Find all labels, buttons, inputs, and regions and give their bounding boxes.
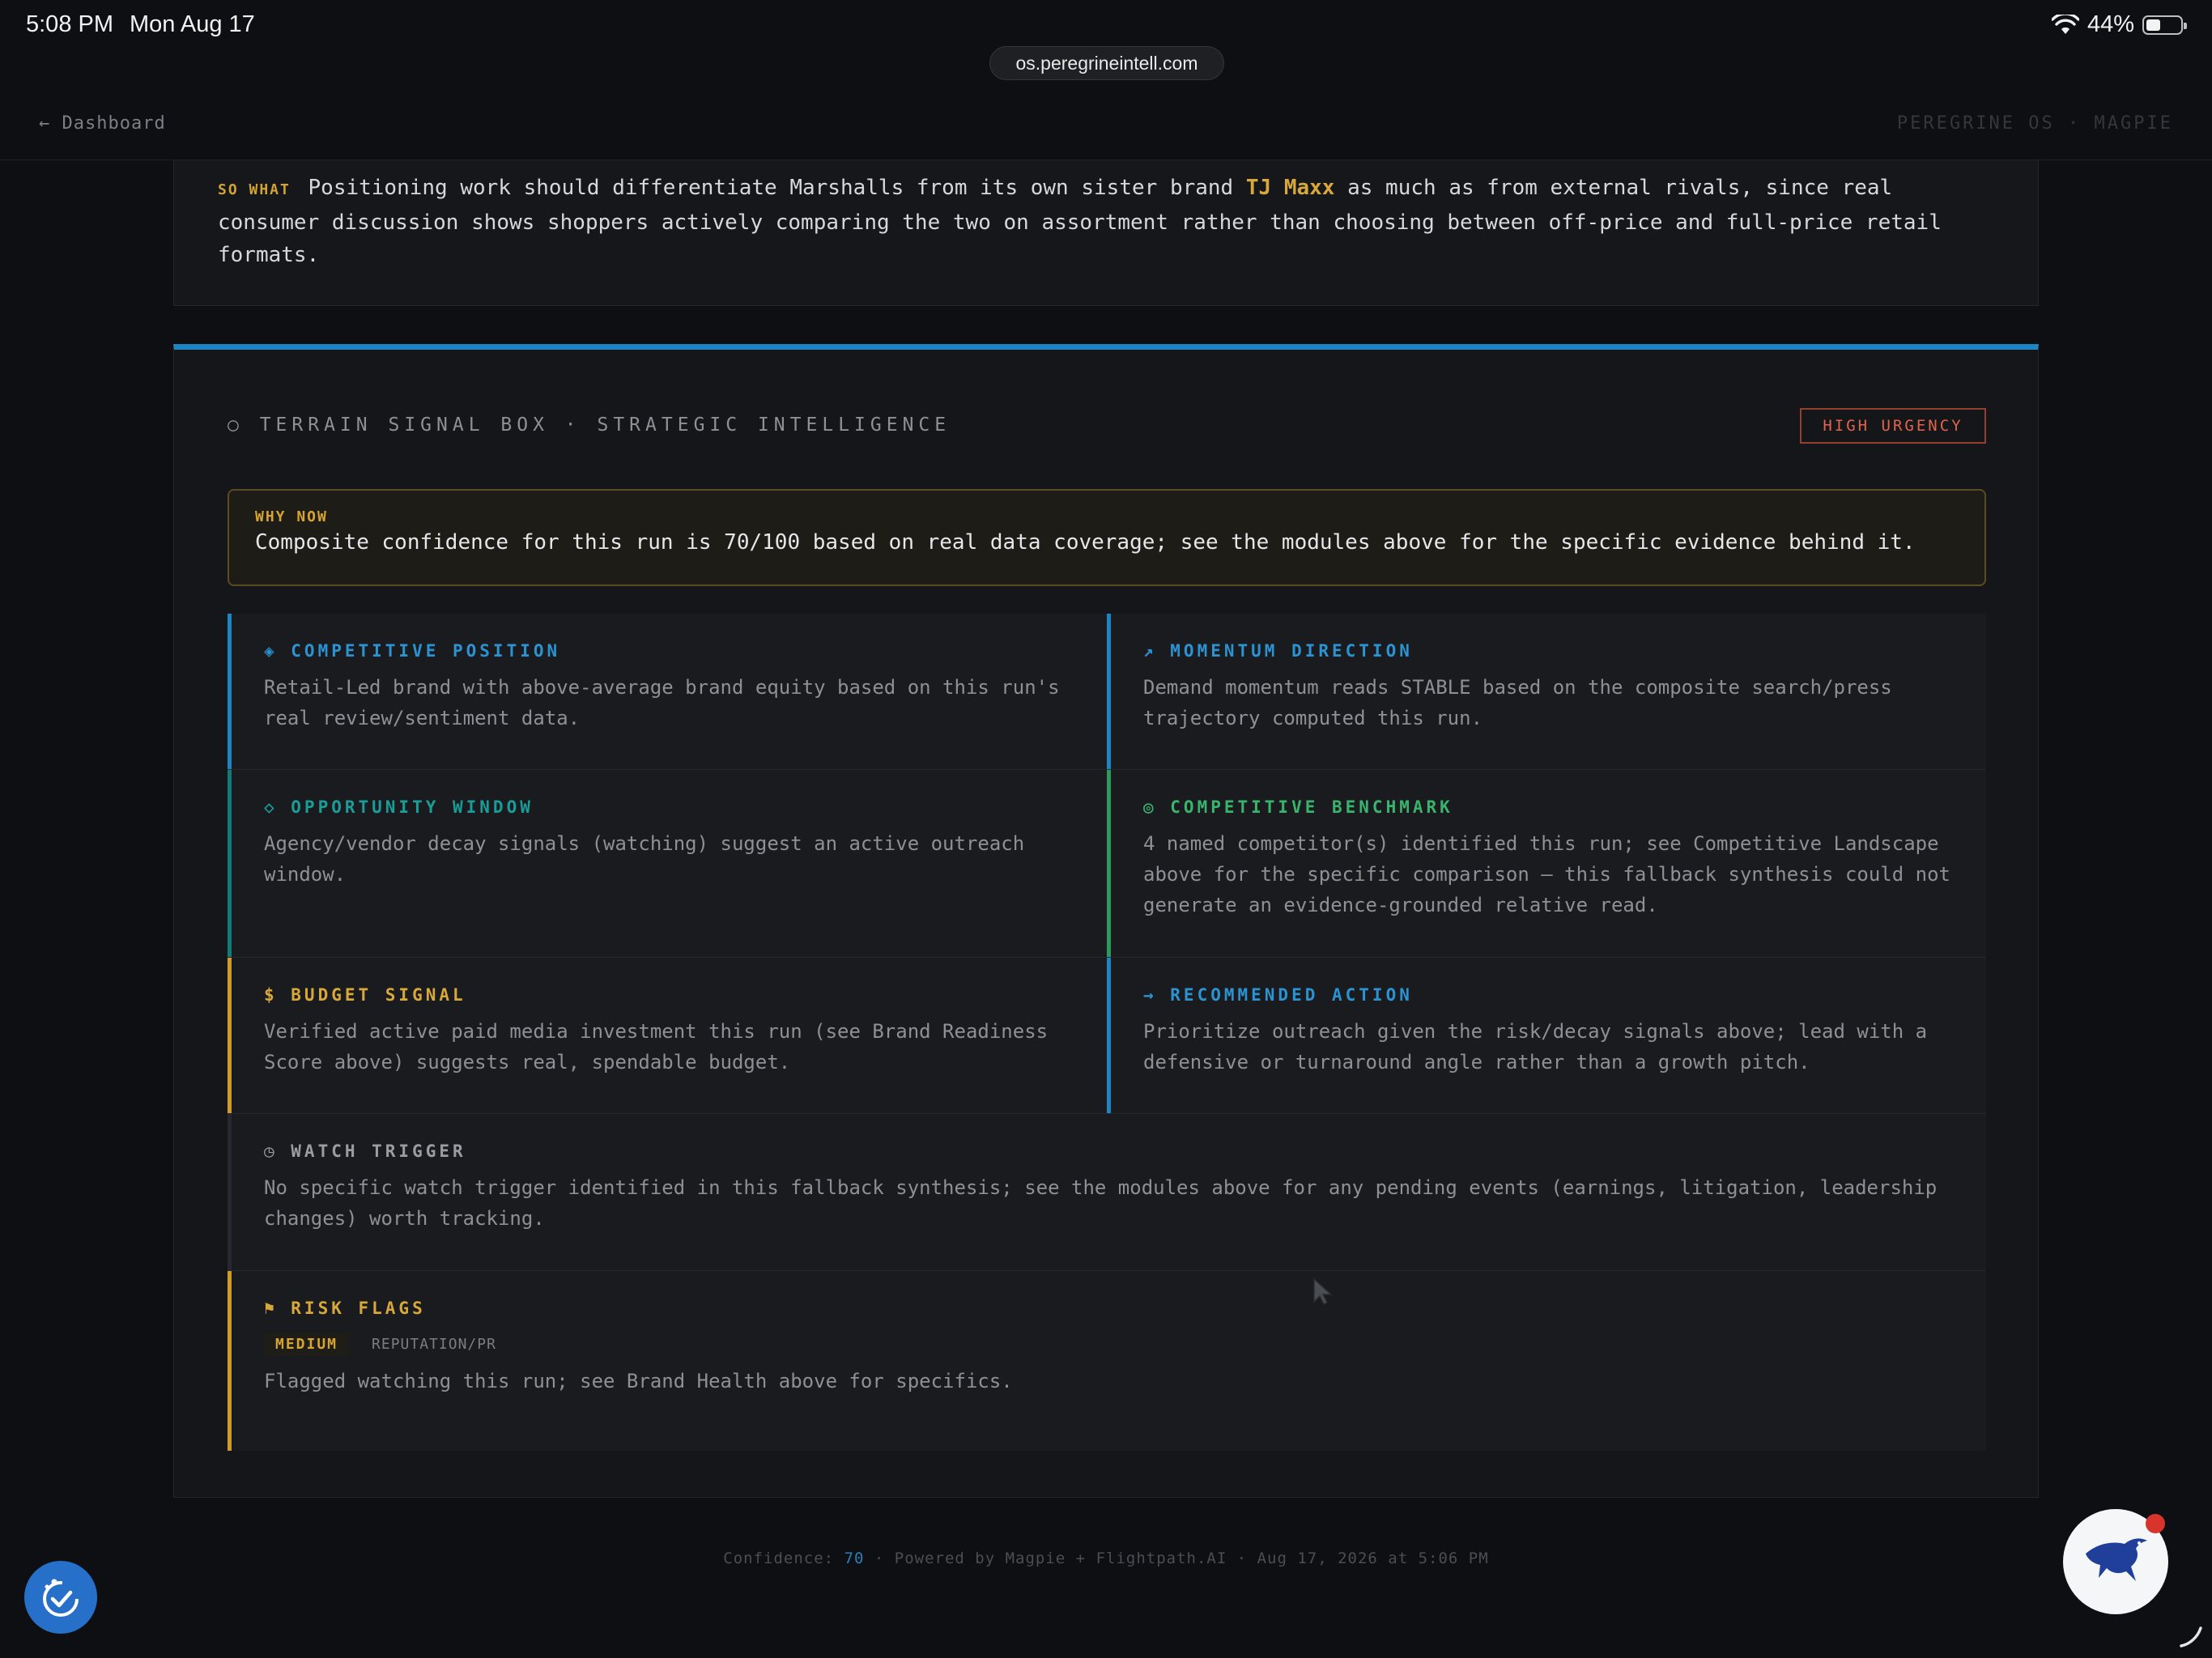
momentum-direction-title: ↗ MOMENTUM DIRECTION bbox=[1143, 641, 1413, 661]
resize-corner-icon bbox=[2180, 1626, 2202, 1647]
status-bar: 5:08 PM Mon Aug 17 44% bbox=[0, 0, 2212, 50]
footer-suffix: · Powered by Magpie + Flightpath.AI · Au… bbox=[864, 1550, 1489, 1567]
pointer-cursor-icon bbox=[1313, 1278, 1333, 1306]
status-date: Mon Aug 17 bbox=[130, 11, 255, 37]
competitive-position-title: ◈ COMPETITIVE POSITION bbox=[264, 641, 561, 661]
nav-brand: PEREGRINE OS · MAGPIE bbox=[1896, 113, 2173, 134]
urgency-badge: HIGH URGENCY bbox=[1800, 408, 1986, 444]
competitive-benchmark-title: ◎ COMPETITIVE BENCHMARK bbox=[1143, 797, 1453, 817]
footer-confidence: 70 bbox=[844, 1550, 865, 1567]
so-what-brand: TJ Maxx bbox=[1245, 176, 1335, 200]
competitive-position-body: Retail-Led brand with above-average bran… bbox=[264, 676, 1060, 729]
competitive-position-cell: ◈ COMPETITIVE POSITION Retail-Led brand … bbox=[228, 614, 1108, 769]
risk-flag-row: MEDIUM REPUTATION/PR bbox=[264, 1333, 1954, 1356]
competitive-benchmark-cell: ◎ COMPETITIVE BENCHMARK 4 named competit… bbox=[1107, 770, 1986, 957]
recommended-action-body: Prioritize outreach given the risk/decay… bbox=[1143, 1020, 1928, 1073]
opportunity-window-body: Agency/vendor decay signals (watching) s… bbox=[264, 832, 1025, 886]
so-what-tag: SO WHAT bbox=[218, 181, 291, 198]
risk-category: REPUTATION/PR bbox=[372, 1336, 496, 1353]
momentum-direction-body: Demand momentum reads STABLE based on th… bbox=[1143, 676, 1892, 729]
falcon-icon bbox=[2086, 1538, 2147, 1581]
so-what-card: SO WHAT Positioning work should differen… bbox=[173, 160, 2039, 306]
recommended-action-cell: → RECOMMENDED ACTION Prioritize outreach… bbox=[1107, 958, 1986, 1113]
risk-flags-cell: ⚑ RISK FLAGS MEDIUM REPUTATION/PR Flagge… bbox=[228, 1271, 1986, 1451]
status-right: 44% bbox=[2051, 11, 2187, 38]
url-bar[interactable]: os.peregrineintell.com bbox=[989, 46, 1224, 80]
notification-dot bbox=[2146, 1514, 2165, 1533]
so-what-text: SO WHAT Positioning work should differen… bbox=[218, 172, 1996, 271]
why-now-box: WHY NOW Composite confidence for this ru… bbox=[228, 489, 1986, 586]
watch-trigger-title: ◷ WATCH TRIGGER bbox=[264, 1141, 466, 1161]
top-nav: ← Dashboard PEREGRINE OS · MAGPIE bbox=[0, 96, 2212, 160]
battery-fill bbox=[2146, 19, 2160, 31]
budget-signal-title: $ BUDGET SIGNAL bbox=[264, 985, 466, 1005]
budget-signal-cell: $ BUDGET SIGNAL Verified active paid med… bbox=[228, 958, 1108, 1113]
accessibility-check-icon bbox=[43, 1579, 79, 1617]
risk-level-badge: MEDIUM bbox=[264, 1333, 350, 1356]
status-time: 5:08 PM bbox=[26, 11, 113, 37]
so-what-text-before: Positioning work should differentiate Ma… bbox=[295, 176, 1246, 200]
accessibility-button[interactable] bbox=[24, 1561, 97, 1634]
momentum-direction-cell: ↗ MOMENTUM DIRECTION Demand momentum rea… bbox=[1107, 614, 1986, 769]
why-now-label: WHY NOW bbox=[255, 508, 328, 525]
opportunity-window-title: ◇ OPPORTUNITY WINDOW bbox=[264, 797, 534, 817]
footer: Confidence: 70 · Powered by Magpie + Fli… bbox=[0, 1550, 2212, 1567]
risk-flags-title: ⚑ RISK FLAGS bbox=[264, 1299, 426, 1318]
watch-trigger-cell: ◷ WATCH TRIGGER No specific watch trigge… bbox=[228, 1114, 1986, 1270]
why-now-text: Composite confidence for this run is 70/… bbox=[255, 530, 1916, 555]
battery-icon bbox=[2142, 15, 2187, 35]
terrain-signal-box: ○ TERRAIN SIGNAL BOX · STRATEGIC INTELLI… bbox=[173, 344, 2039, 1498]
dashboard-back-link[interactable]: ← Dashboard bbox=[39, 113, 166, 134]
wifi-icon bbox=[2051, 14, 2079, 34]
footer-prefix: Confidence: bbox=[723, 1550, 844, 1567]
competitive-benchmark-body: 4 named competitor(s) identified this ru… bbox=[1143, 832, 1950, 916]
risk-flags-body: Flagged watching this run; see Brand Hea… bbox=[264, 1370, 1013, 1392]
budget-signal-body: Verified active paid media investment th… bbox=[264, 1020, 1049, 1073]
watch-trigger-body: No specific watch trigger identified in … bbox=[264, 1176, 1938, 1230]
recommended-action-title: → RECOMMENDED ACTION bbox=[1143, 985, 1413, 1005]
battery-percent: 44% bbox=[2087, 11, 2134, 37]
chat-assistant-button[interactable] bbox=[2063, 1509, 2168, 1614]
terrain-heading: ○ TERRAIN SIGNAL BOX · STRATEGIC INTELLI… bbox=[228, 414, 951, 436]
opportunity-window-cell: ◇ OPPORTUNITY WINDOW Agency/vendor decay… bbox=[228, 770, 1108, 957]
